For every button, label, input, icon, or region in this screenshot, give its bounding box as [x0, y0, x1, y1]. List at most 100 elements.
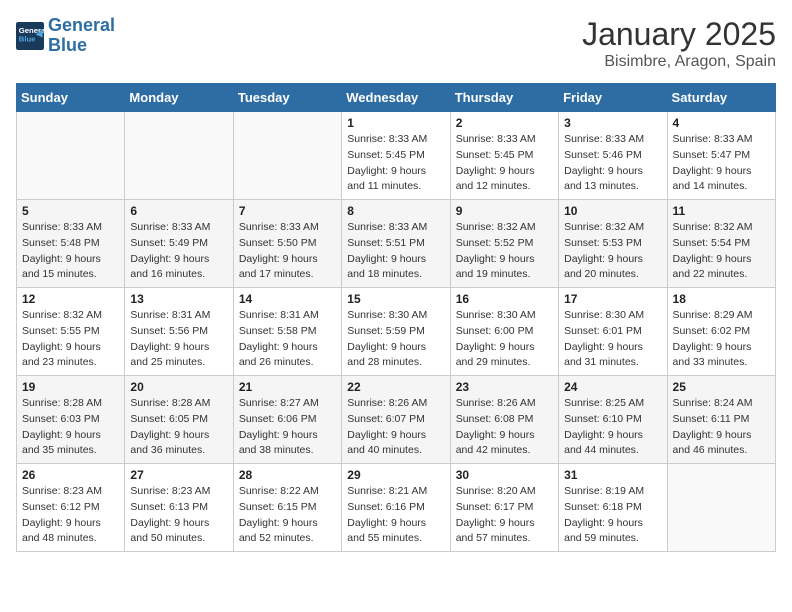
- calendar-cell: 31 Sunrise: 8:19 AMSunset: 6:18 PMDaylig…: [559, 464, 667, 552]
- calendar-cell: 8 Sunrise: 8:33 AMSunset: 5:51 PMDayligh…: [342, 200, 450, 288]
- calendar-cell: 11 Sunrise: 8:32 AMSunset: 5:54 PMDaylig…: [667, 200, 775, 288]
- day-number: 30: [456, 468, 553, 482]
- calendar-cell: 20 Sunrise: 8:28 AMSunset: 6:05 PMDaylig…: [125, 376, 233, 464]
- day-detail: Sunrise: 8:30 AMSunset: 6:01 PMDaylight:…: [564, 308, 661, 371]
- day-number: 23: [456, 380, 553, 394]
- day-number: 17: [564, 292, 661, 306]
- logo: General Blue General Blue: [16, 16, 115, 56]
- day-number: 11: [673, 204, 770, 218]
- calendar-cell: 13 Sunrise: 8:31 AMSunset: 5:56 PMDaylig…: [125, 288, 233, 376]
- day-detail: Sunrise: 8:28 AMSunset: 6:05 PMDaylight:…: [130, 396, 227, 459]
- day-detail: Sunrise: 8:23 AMSunset: 6:13 PMDaylight:…: [130, 484, 227, 547]
- day-number: 9: [456, 204, 553, 218]
- day-detail: Sunrise: 8:29 AMSunset: 6:02 PMDaylight:…: [673, 308, 770, 371]
- day-detail: Sunrise: 8:23 AMSunset: 6:12 PMDaylight:…: [22, 484, 119, 547]
- logo-text: General Blue: [48, 16, 115, 56]
- calendar-cell: 10 Sunrise: 8:32 AMSunset: 5:53 PMDaylig…: [559, 200, 667, 288]
- day-number: 4: [673, 116, 770, 130]
- page-header: General Blue General Blue January 2025 B…: [16, 16, 776, 71]
- calendar-cell: 4 Sunrise: 8:33 AMSunset: 5:47 PMDayligh…: [667, 112, 775, 200]
- calendar-cell: 18 Sunrise: 8:29 AMSunset: 6:02 PMDaylig…: [667, 288, 775, 376]
- day-detail: Sunrise: 8:25 AMSunset: 6:10 PMDaylight:…: [564, 396, 661, 459]
- calendar-week-row: 5 Sunrise: 8:33 AMSunset: 5:48 PMDayligh…: [17, 200, 776, 288]
- calendar-table: SundayMondayTuesdayWednesdayThursdayFrid…: [16, 83, 776, 552]
- calendar-cell: 16 Sunrise: 8:30 AMSunset: 6:00 PMDaylig…: [450, 288, 558, 376]
- weekday-header-saturday: Saturday: [667, 84, 775, 112]
- day-detail: Sunrise: 8:24 AMSunset: 6:11 PMDaylight:…: [673, 396, 770, 459]
- day-number: 12: [22, 292, 119, 306]
- day-detail: Sunrise: 8:30 AMSunset: 5:59 PMDaylight:…: [347, 308, 444, 371]
- calendar-cell: 6 Sunrise: 8:33 AMSunset: 5:49 PMDayligh…: [125, 200, 233, 288]
- weekday-header-thursday: Thursday: [450, 84, 558, 112]
- day-detail: Sunrise: 8:33 AMSunset: 5:47 PMDaylight:…: [673, 132, 770, 195]
- calendar-cell: 7 Sunrise: 8:33 AMSunset: 5:50 PMDayligh…: [233, 200, 341, 288]
- day-number: 6: [130, 204, 227, 218]
- day-detail: Sunrise: 8:33 AMSunset: 5:48 PMDaylight:…: [22, 220, 119, 283]
- day-number: 27: [130, 468, 227, 482]
- day-number: 15: [347, 292, 444, 306]
- day-detail: Sunrise: 8:33 AMSunset: 5:45 PMDaylight:…: [456, 132, 553, 195]
- day-detail: Sunrise: 8:33 AMSunset: 5:50 PMDaylight:…: [239, 220, 336, 283]
- day-number: 18: [673, 292, 770, 306]
- day-detail: Sunrise: 8:32 AMSunset: 5:54 PMDaylight:…: [673, 220, 770, 283]
- title-block: January 2025 Bisimbre, Aragon, Spain: [582, 16, 776, 71]
- calendar-cell: 19 Sunrise: 8:28 AMSunset: 6:03 PMDaylig…: [17, 376, 125, 464]
- day-detail: Sunrise: 8:22 AMSunset: 6:15 PMDaylight:…: [239, 484, 336, 547]
- day-number: 16: [456, 292, 553, 306]
- day-detail: Sunrise: 8:28 AMSunset: 6:03 PMDaylight:…: [22, 396, 119, 459]
- weekday-header-sunday: Sunday: [17, 84, 125, 112]
- calendar-cell: [125, 112, 233, 200]
- day-detail: Sunrise: 8:32 AMSunset: 5:55 PMDaylight:…: [22, 308, 119, 371]
- calendar-cell: 28 Sunrise: 8:22 AMSunset: 6:15 PMDaylig…: [233, 464, 341, 552]
- day-number: 10: [564, 204, 661, 218]
- day-number: 2: [456, 116, 553, 130]
- day-detail: Sunrise: 8:30 AMSunset: 6:00 PMDaylight:…: [456, 308, 553, 371]
- calendar-title: January 2025: [582, 16, 776, 53]
- calendar-cell: 29 Sunrise: 8:21 AMSunset: 6:16 PMDaylig…: [342, 464, 450, 552]
- calendar-cell: 24 Sunrise: 8:25 AMSunset: 6:10 PMDaylig…: [559, 376, 667, 464]
- weekday-header-wednesday: Wednesday: [342, 84, 450, 112]
- calendar-cell: 21 Sunrise: 8:27 AMSunset: 6:06 PMDaylig…: [233, 376, 341, 464]
- calendar-cell: 9 Sunrise: 8:32 AMSunset: 5:52 PMDayligh…: [450, 200, 558, 288]
- calendar-cell: 2 Sunrise: 8:33 AMSunset: 5:45 PMDayligh…: [450, 112, 558, 200]
- calendar-cell: 5 Sunrise: 8:33 AMSunset: 5:48 PMDayligh…: [17, 200, 125, 288]
- day-number: 14: [239, 292, 336, 306]
- day-number: 25: [673, 380, 770, 394]
- weekday-header-friday: Friday: [559, 84, 667, 112]
- calendar-cell: 3 Sunrise: 8:33 AMSunset: 5:46 PMDayligh…: [559, 112, 667, 200]
- day-detail: Sunrise: 8:26 AMSunset: 6:07 PMDaylight:…: [347, 396, 444, 459]
- calendar-cell: 14 Sunrise: 8:31 AMSunset: 5:58 PMDaylig…: [233, 288, 341, 376]
- day-detail: Sunrise: 8:19 AMSunset: 6:18 PMDaylight:…: [564, 484, 661, 547]
- day-detail: Sunrise: 8:33 AMSunset: 5:51 PMDaylight:…: [347, 220, 444, 283]
- day-number: 19: [22, 380, 119, 394]
- day-number: 29: [347, 468, 444, 482]
- calendar-cell: 22 Sunrise: 8:26 AMSunset: 6:07 PMDaylig…: [342, 376, 450, 464]
- day-detail: Sunrise: 8:32 AMSunset: 5:52 PMDaylight:…: [456, 220, 553, 283]
- day-detail: Sunrise: 8:31 AMSunset: 5:58 PMDaylight:…: [239, 308, 336, 371]
- calendar-week-row: 19 Sunrise: 8:28 AMSunset: 6:03 PMDaylig…: [17, 376, 776, 464]
- day-detail: Sunrise: 8:26 AMSunset: 6:08 PMDaylight:…: [456, 396, 553, 459]
- weekday-header-row: SundayMondayTuesdayWednesdayThursdayFrid…: [17, 84, 776, 112]
- calendar-cell: 27 Sunrise: 8:23 AMSunset: 6:13 PMDaylig…: [125, 464, 233, 552]
- weekday-header-monday: Monday: [125, 84, 233, 112]
- calendar-cell: [17, 112, 125, 200]
- svg-text:Blue: Blue: [19, 34, 36, 43]
- calendar-subtitle: Bisimbre, Aragon, Spain: [582, 53, 776, 71]
- calendar-week-row: 1 Sunrise: 8:33 AMSunset: 5:45 PMDayligh…: [17, 112, 776, 200]
- calendar-cell: 12 Sunrise: 8:32 AMSunset: 5:55 PMDaylig…: [17, 288, 125, 376]
- day-number: 26: [22, 468, 119, 482]
- day-number: 22: [347, 380, 444, 394]
- day-detail: Sunrise: 8:33 AMSunset: 5:45 PMDaylight:…: [347, 132, 444, 195]
- day-detail: Sunrise: 8:33 AMSunset: 5:49 PMDaylight:…: [130, 220, 227, 283]
- calendar-week-row: 26 Sunrise: 8:23 AMSunset: 6:12 PMDaylig…: [17, 464, 776, 552]
- day-detail: Sunrise: 8:20 AMSunset: 6:17 PMDaylight:…: [456, 484, 553, 547]
- calendar-cell: 30 Sunrise: 8:20 AMSunset: 6:17 PMDaylig…: [450, 464, 558, 552]
- calendar-cell: 26 Sunrise: 8:23 AMSunset: 6:12 PMDaylig…: [17, 464, 125, 552]
- day-detail: Sunrise: 8:33 AMSunset: 5:46 PMDaylight:…: [564, 132, 661, 195]
- calendar-cell: 15 Sunrise: 8:30 AMSunset: 5:59 PMDaylig…: [342, 288, 450, 376]
- day-number: 20: [130, 380, 227, 394]
- day-number: 8: [347, 204, 444, 218]
- calendar-cell: [233, 112, 341, 200]
- day-number: 24: [564, 380, 661, 394]
- calendar-week-row: 12 Sunrise: 8:32 AMSunset: 5:55 PMDaylig…: [17, 288, 776, 376]
